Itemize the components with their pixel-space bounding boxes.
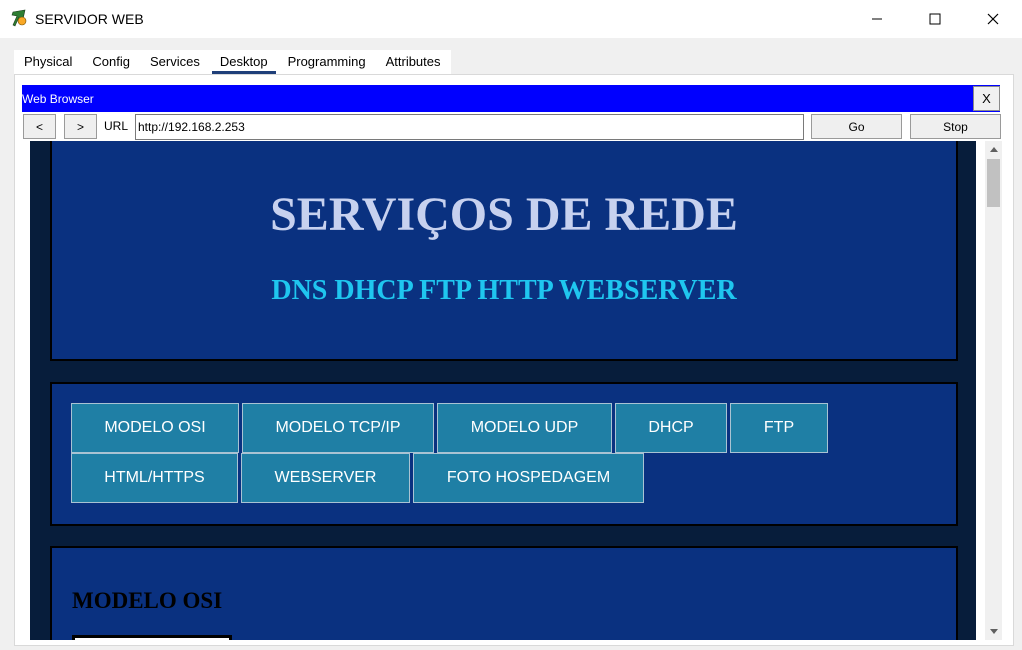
go-button[interactable]: Go — [811, 114, 902, 139]
page-header-panel: SERVIÇOS DE REDE DNS DHCP FTP HTTP WEBSE… — [50, 141, 958, 361]
maximize-button[interactable] — [906, 0, 964, 38]
modelo-osi-section: MODELO OSI — [50, 546, 958, 640]
back-button[interactable]: < — [23, 114, 56, 139]
close-icon — [987, 13, 999, 25]
tab-programming[interactable]: Programming — [278, 50, 376, 74]
url-label: URL — [103, 119, 128, 133]
scrollbar-thumb[interactable] — [987, 159, 1000, 207]
forward-button[interactable]: > — [64, 114, 97, 139]
page-background: SERVIÇOS DE REDE DNS DHCP FTP HTTP WEBSE… — [30, 141, 976, 640]
close-window-button[interactable] — [964, 0, 1022, 38]
section-image — [72, 635, 232, 640]
scroll-down-button[interactable] — [985, 623, 1002, 640]
web-browser-close-button[interactable]: X — [973, 86, 1000, 111]
menu-button-modelo-osi[interactable]: MODELO OSI — [71, 403, 239, 453]
menu-button-modelo-udp[interactable]: MODELO UDP — [437, 403, 612, 453]
minimize-button[interactable] — [848, 0, 906, 38]
tab-config[interactable]: Config — [82, 50, 140, 74]
tab-bar: Physical Config Services Desktop Program… — [14, 50, 451, 74]
stop-button[interactable]: Stop — [910, 114, 1001, 139]
menu-button-modelo-tcp-ip[interactable]: MODELO TCP/IP — [242, 403, 434, 453]
web-browser-titlebar: Web Browser — [22, 85, 1000, 112]
tab-physical[interactable]: Physical — [14, 50, 82, 74]
arrow-down-icon — [989, 629, 998, 634]
tab-attributes[interactable]: Attributes — [376, 50, 451, 74]
tab-desktop[interactable]: Desktop — [210, 50, 278, 74]
web-browser-title: Web Browser — [22, 92, 94, 106]
menu-button-foto-hospedagem[interactable]: FOTO HOSPEDAGEM — [413, 453, 644, 503]
menu-button-html-https[interactable]: HTML/HTTPS — [71, 453, 238, 503]
url-input[interactable]: http://192.168.2.253 — [135, 114, 804, 140]
minimize-icon — [872, 18, 882, 20]
window-titlebar: SERVIDOR WEB — [0, 0, 1022, 38]
menu-button-ftp[interactable]: FTP — [730, 403, 828, 453]
section-title: MODELO OSI — [72, 588, 223, 613]
window-title: SERVIDOR WEB — [35, 11, 144, 27]
navigation-menu-panel: MODELO OSI MODELO TCP/IP MODELO UDP DHCP… — [50, 382, 958, 526]
menu-button-dhcp[interactable]: DHCP — [615, 403, 727, 453]
vertical-scrollbar[interactable] — [985, 141, 1002, 640]
browser-viewport: SERVIÇOS DE REDE DNS DHCP FTP HTTP WEBSE… — [22, 141, 984, 640]
packet-tracer-server-icon — [10, 9, 30, 29]
scroll-up-button[interactable] — [985, 141, 1002, 158]
arrow-up-icon — [989, 147, 998, 152]
maximize-icon — [929, 13, 941, 25]
page-subtitle: DNS DHCP FTP HTTP WEBSERVER — [271, 275, 737, 306]
page-title: SERVIÇOS DE REDE — [270, 188, 738, 241]
menu-button-webserver[interactable]: WEBSERVER — [241, 453, 410, 503]
tab-services[interactable]: Services — [140, 50, 210, 74]
